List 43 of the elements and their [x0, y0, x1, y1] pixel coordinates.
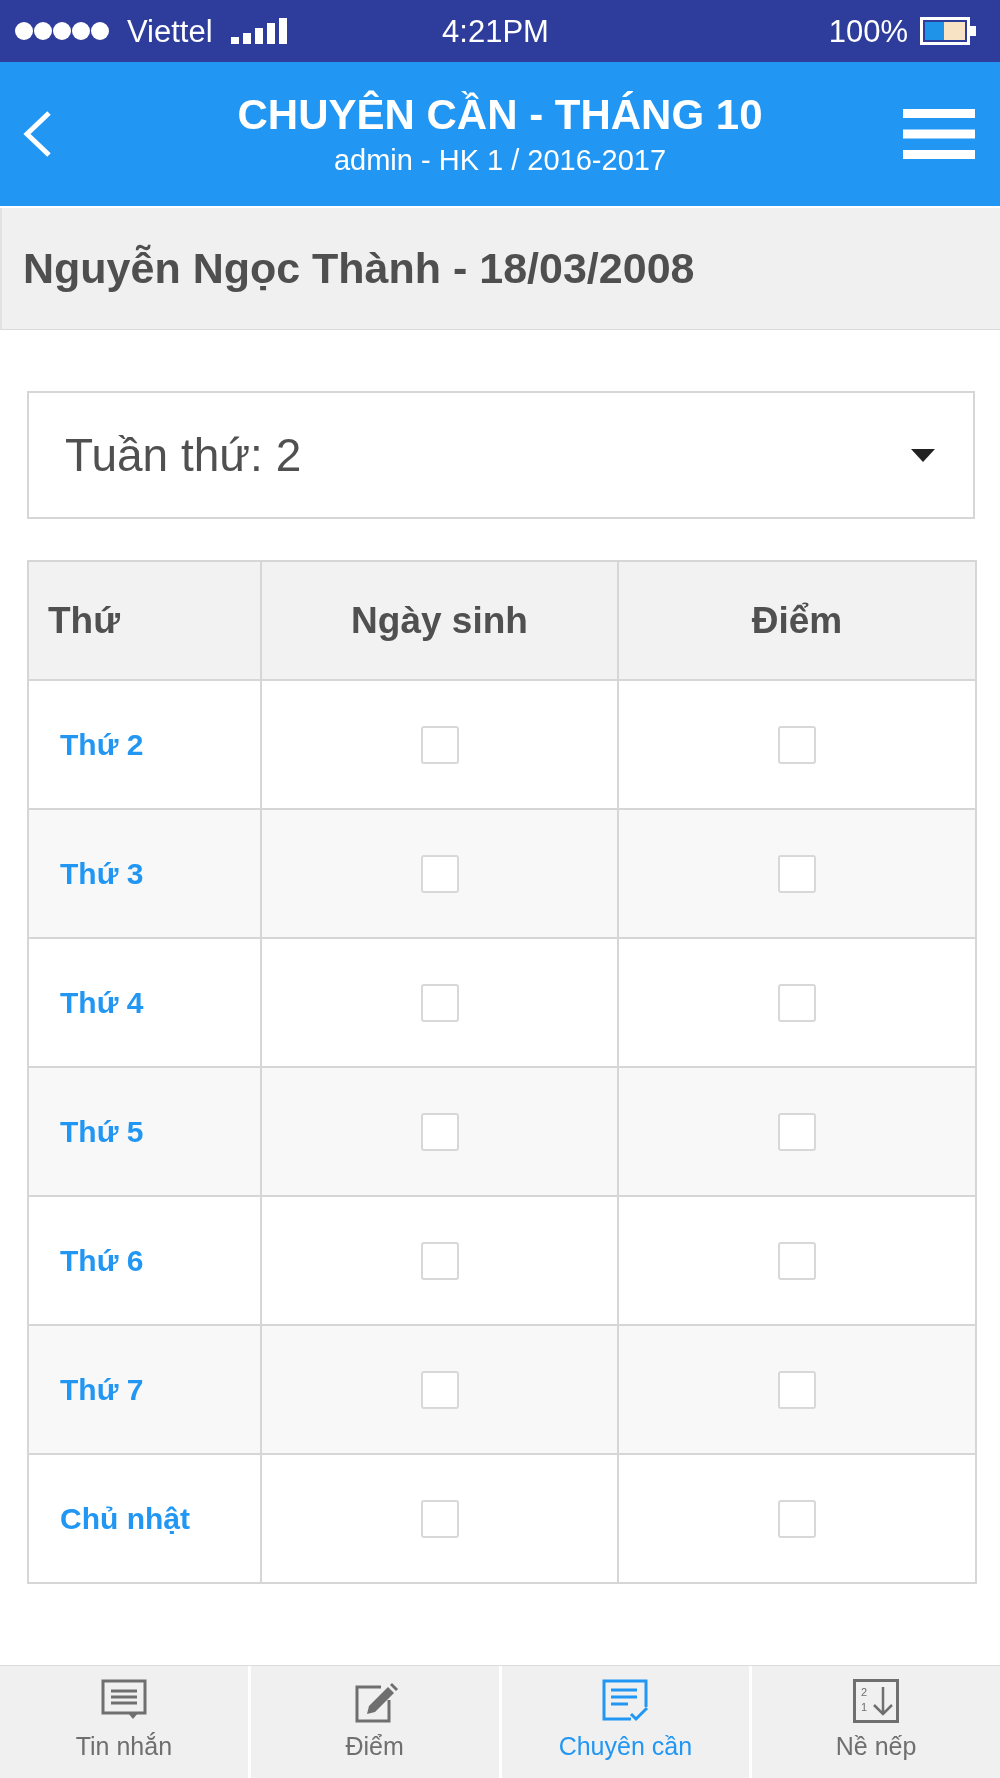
checkbox[interactable] [778, 1241, 816, 1280]
screen-title: CHUYÊN CẦN - THÁNG 10 [237, 90, 763, 139]
back-icon[interactable] [22, 110, 52, 158]
week-dropdown[interactable]: Tuần thứ: 2 [27, 391, 975, 519]
column-header: Thứ [28, 561, 261, 680]
checkbox[interactable] [778, 1112, 816, 1151]
checkbox[interactable] [420, 1499, 459, 1538]
clock-time: 4:21PM [442, 15, 549, 47]
nav-tab[interactable]: Chuyên cần [501, 1666, 750, 1778]
checkbox[interactable] [420, 983, 459, 1022]
day-label[interactable]: Thứ 7 [60, 1372, 144, 1406]
battery-percent: 100% [828, 15, 908, 47]
nav-tab[interactable]: 2 1 Nề nếp [752, 1666, 1000, 1778]
carrier-name: Viettel [127, 15, 213, 47]
checkbox[interactable] [420, 1112, 459, 1151]
nav-tab[interactable]: Tin nhắn [0, 1666, 248, 1778]
nav-tab[interactable]: Điểm [250, 1666, 499, 1778]
day-label[interactable]: Thứ 4 [60, 985, 144, 1019]
column-header: Điểm [618, 561, 976, 680]
signal-dots-icon [15, 22, 109, 40]
signal-bars-icon [230, 18, 287, 44]
screen-subtitle: admin - HK 1 / 2016-2017 [333, 143, 667, 178]
checkbox[interactable] [420, 1370, 459, 1409]
checkbox[interactable] [420, 1241, 459, 1280]
checkbox[interactable] [778, 854, 816, 893]
day-label[interactable]: Thứ 5 [60, 1114, 144, 1148]
student-name: Nguyễn Ngọc Thành - 18/03/2008 [23, 244, 695, 293]
checklist-icon [601, 1678, 650, 1724]
day-label[interactable]: Thứ 6 [60, 1243, 144, 1277]
day-label[interactable]: Chủ nhật [60, 1501, 190, 1535]
sort-icon: 2 1 [852, 1678, 901, 1724]
checkbox[interactable] [420, 725, 459, 764]
checkbox[interactable] [778, 1370, 816, 1409]
checkbox[interactable] [778, 983, 816, 1022]
checkbox[interactable] [778, 725, 816, 764]
day-label[interactable]: Thứ 3 [60, 856, 144, 890]
day-label[interactable]: Thứ 2 [60, 727, 144, 761]
caret-icon [911, 448, 935, 462]
checkbox[interactable] [420, 854, 459, 893]
menu-icon[interactable] [903, 109, 975, 159]
column-header: Ngày sinh [261, 561, 618, 680]
checkbox[interactable] [778, 1499, 816, 1538]
battery-icon [920, 17, 976, 45]
